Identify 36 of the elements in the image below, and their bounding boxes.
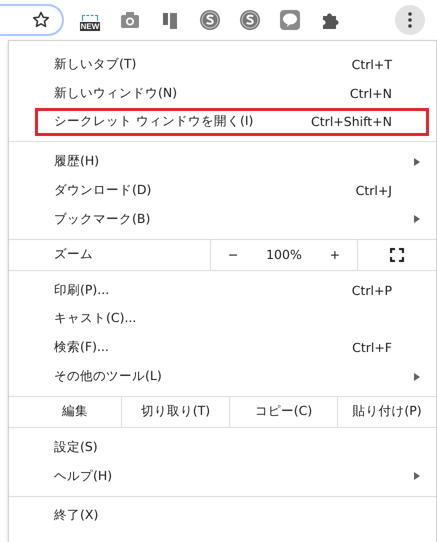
shortcut-text: Ctrl+Shift+N <box>311 114 392 130</box>
shortcut-text: Ctrl+N <box>350 86 392 101</box>
zoom-label: ズーム <box>54 246 93 264</box>
menu-item[interactable]: シークレット ウィンドウを開く(I) Ctrl+Shift+N <box>35 108 429 136</box>
shortcut-text: Ctrl+J <box>356 183 392 198</box>
menu-item[interactable]: 検索(F)... Ctrl+F <box>9 333 432 362</box>
menu-item[interactable]: 新しいウィンドウ(N) Ctrl+N <box>9 78 432 108</box>
edit-button[interactable]: 貼り付け(P) <box>338 396 436 427</box>
shortcut-text: Ctrl+P <box>352 282 392 298</box>
edit-button[interactable]: 切り取り(T) <box>122 396 230 427</box>
camera-icon[interactable] <box>119 9 141 31</box>
menu-icon <box>408 12 412 28</box>
shortcut-text: Ctrl+F <box>352 340 392 356</box>
zoom-in-button[interactable]: + <box>324 247 346 262</box>
menu-item[interactable]: ダウンロード(D) Ctrl+J <box>9 176 432 205</box>
edit-label: 編集 <box>62 403 88 420</box>
menu-item[interactable]: 新しいタブ(T) Ctrl+T <box>9 50 432 79</box>
menu-item[interactable]: 終了(X) <box>9 502 432 530</box>
menu-item[interactable]: 設定(S) <box>9 432 432 462</box>
edit-button[interactable]: コピー(C) <box>230 396 338 427</box>
menu-item[interactable]: 履歴(H) <box>9 147 432 176</box>
shortcut-text: Ctrl+T <box>352 56 392 72</box>
menu-item[interactable]: キャスト(C)... <box>9 304 432 334</box>
zoom-out-button[interactable]: − <box>222 247 244 262</box>
coin-icon[interactable] <box>239 9 261 31</box>
menu-item[interactable]: ブックマーク(B) <box>9 204 432 234</box>
star-icon[interactable] <box>32 11 50 29</box>
address-bar[interactable] <box>0 4 64 36</box>
chat-bubble-icon[interactable] <box>279 9 301 31</box>
coin-icon[interactable] <box>199 9 221 31</box>
menu-item[interactable]: ヘルプ(H) <box>9 462 432 491</box>
zoom-value: 100% <box>266 247 302 262</box>
fullscreen-icon <box>390 248 404 262</box>
menu-item[interactable]: その他のツール(L) <box>9 362 432 391</box>
menu-item[interactable]: 印刷(P)... Ctrl+P <box>9 276 432 305</box>
menu-button[interactable] <box>395 5 425 35</box>
